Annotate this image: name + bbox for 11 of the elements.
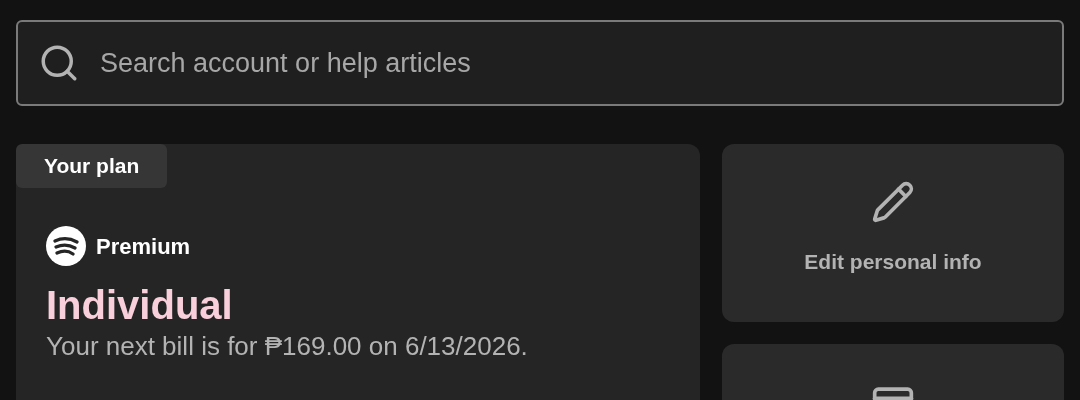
shortcut-card[interactable]: Edit personal info	[722, 144, 1064, 322]
plan-brand: Premium	[96, 232, 191, 261]
search-field[interactable]: Search account or help articles	[16, 20, 1064, 106]
search-input[interactable]: Search account or help articles	[100, 42, 1042, 84]
billing-text: Your next bill is for ₱169.00 on 6/13/2026.	[46, 330, 528, 363]
pencil-icon	[871, 180, 915, 224]
plan-tag: Your plan	[16, 144, 168, 189]
shortcut-label: Edit personal info	[804, 249, 982, 275]
brand-logo-icon	[46, 226, 86, 267]
plan-name: Individual	[46, 282, 234, 330]
plan-card[interactable]: Your plan Premium Individual Your next bill is for ₱169.00 on 6/13/2026.	[16, 144, 700, 400]
